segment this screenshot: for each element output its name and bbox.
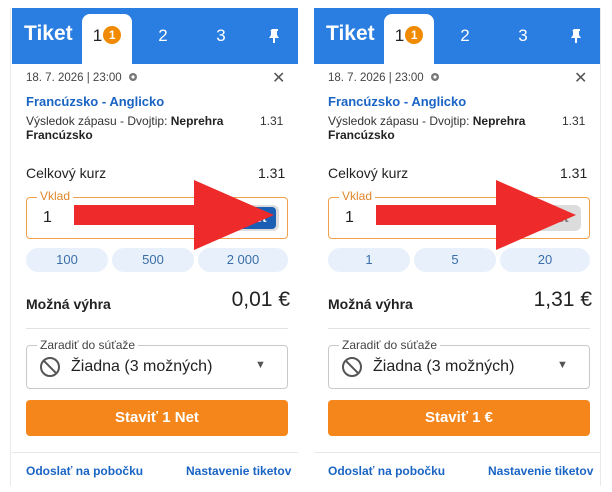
send-to-branch-link[interactable]: Odoslať na pobočku bbox=[26, 464, 143, 478]
tab-ticket-3[interactable]: 3 bbox=[498, 14, 548, 64]
competition-select[interactable]: Zaradiť do súťaže Žiadna (3 možných) ▼ bbox=[328, 338, 590, 389]
match-name[interactable]: Francúzsko - Anglicko bbox=[328, 94, 466, 109]
ticket-header: Tiket 11 2 3 bbox=[12, 8, 298, 64]
pin-icon[interactable] bbox=[552, 14, 600, 64]
quick-stake-button[interactable]: 5 bbox=[414, 248, 496, 272]
close-icon[interactable]: ✕ bbox=[272, 68, 285, 88]
selection-odds: 1.31 bbox=[562, 114, 586, 128]
ban-icon bbox=[40, 357, 60, 377]
ticket-header: Tiket 11 2 3 bbox=[314, 8, 600, 64]
live-icon bbox=[430, 73, 439, 81]
send-to-branch-link[interactable]: Odoslať na pobočku bbox=[328, 464, 445, 478]
tab-label: 1 bbox=[394, 26, 405, 45]
total-odds-label: Celkový kurz bbox=[328, 165, 409, 181]
ticket-title: Tiket bbox=[326, 22, 375, 45]
event-datetime-text: 18. 7. 2026 | 23:00 bbox=[328, 72, 424, 84]
event-datetime: 18. 7. 2026 | 23:00 bbox=[328, 72, 440, 84]
live-icon bbox=[128, 73, 137, 81]
selection-text: Výsledok zápasu - Dvojtip: Neprehra Fran… bbox=[26, 114, 226, 142]
pin-icon[interactable] bbox=[250, 14, 298, 64]
footer-divider bbox=[12, 452, 298, 453]
footer-divider bbox=[314, 452, 600, 453]
possible-win-label: Možná výhra bbox=[26, 296, 111, 312]
tab-ticket-1[interactable]: 11 bbox=[82, 14, 132, 64]
ticket-settings-link[interactable]: Nastavenie tiketov bbox=[488, 464, 593, 478]
stake-input[interactable]: 1 bbox=[43, 209, 52, 227]
place-bet-button[interactable]: Staviť 1 € bbox=[328, 400, 590, 436]
event-datetime: 18. 7. 2026 | 23:00 bbox=[26, 72, 138, 84]
possible-win-value: 0,01 € bbox=[231, 288, 290, 311]
selection-odds: 1.31 bbox=[260, 114, 284, 128]
frame-divider-right bbox=[600, 8, 601, 486]
competition-select[interactable]: Zaradiť do súťaže Žiadna (3 možných) ▼ bbox=[26, 338, 288, 389]
possible-win-value: 1,31 € bbox=[533, 288, 592, 311]
competition-value: Žiadna (3 možných) bbox=[373, 358, 515, 375]
total-odds-value: 1.31 bbox=[258, 165, 286, 181]
event-datetime-text: 18. 7. 2026 | 23:00 bbox=[26, 72, 122, 84]
quick-stake-button[interactable]: 100 bbox=[26, 248, 108, 272]
ticket-title: Tiket bbox=[24, 22, 73, 45]
ban-icon bbox=[342, 357, 362, 377]
possible-win-label: Možná výhra bbox=[328, 296, 413, 312]
divider bbox=[26, 328, 288, 329]
quick-stake-button[interactable]: 500 bbox=[112, 248, 194, 272]
ticket-settings-link[interactable]: Nastavenie tiketov bbox=[186, 464, 291, 478]
frame-divider-left bbox=[10, 8, 11, 486]
stake-label: Vklad bbox=[339, 189, 376, 203]
total-odds-label: Celkový kurz bbox=[26, 165, 107, 181]
stake-label: Vklad bbox=[37, 189, 74, 203]
red-arrow bbox=[376, 180, 576, 250]
tab-ticket-2[interactable]: 2 bbox=[138, 14, 188, 64]
tab-ticket-3[interactable]: 3 bbox=[196, 14, 246, 64]
match-name[interactable]: Francúzsko - Anglicko bbox=[26, 94, 164, 109]
tab-label: 1 bbox=[92, 26, 103, 45]
close-icon[interactable]: ✕ bbox=[574, 68, 587, 88]
tab-ticket-1[interactable]: 11 bbox=[384, 14, 434, 64]
stake-input[interactable]: 1 bbox=[345, 209, 354, 227]
quick-stake-button[interactable]: 1 bbox=[328, 248, 410, 272]
caret-down-icon: ▼ bbox=[557, 359, 568, 371]
competition-label: Zaradiť do súťaže bbox=[37, 338, 139, 352]
selection-text: Výsledok zápasu - Dvojtip: Neprehra Fran… bbox=[328, 114, 528, 142]
competition-value: Žiadna (3 možných) bbox=[71, 358, 213, 375]
tab-badge: 1 bbox=[405, 26, 424, 44]
tab-ticket-2[interactable]: 2 bbox=[440, 14, 490, 64]
caret-down-icon: ▼ bbox=[255, 359, 266, 371]
total-odds-value: 1.31 bbox=[560, 165, 588, 181]
tab-badge: 1 bbox=[103, 26, 122, 44]
divider bbox=[328, 328, 590, 329]
market-name: Výsledok zápasu - Dvojtip: bbox=[26, 114, 168, 128]
market-name: Výsledok zápasu - Dvojtip: bbox=[328, 114, 470, 128]
quick-stake-button[interactable]: 2 000 bbox=[198, 248, 288, 272]
competition-label: Zaradiť do súťaže bbox=[339, 338, 441, 352]
place-bet-button[interactable]: Staviť 1 Net bbox=[26, 400, 288, 436]
quick-stake-button[interactable]: 20 bbox=[500, 248, 590, 272]
red-arrow bbox=[74, 180, 274, 250]
